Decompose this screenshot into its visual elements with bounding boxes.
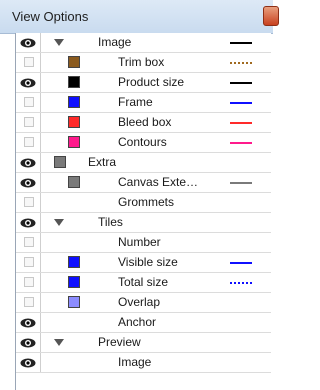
line-style-preview[interactable] [230,42,252,44]
list-item-preview-image[interactable]: Image [16,353,271,373]
view-options-window: View Options Image Trim box Product size… [0,0,279,390]
line-style-preview[interactable] [230,262,252,264]
row-label: Tiles [98,215,123,229]
list-item-image[interactable]: Image [16,33,271,53]
eye-icon [20,318,36,328]
checkbox-empty-icon [24,277,34,287]
list-item-tiles[interactable]: Tiles [16,213,271,233]
checkbox-empty-icon [24,137,34,147]
color-swatch[interactable] [68,116,80,128]
visibility-toggle[interactable] [16,273,41,292]
eye-icon [20,358,36,368]
visibility-toggle[interactable] [16,353,41,372]
line-style-preview[interactable] [230,282,252,284]
line-style-preview[interactable] [230,182,252,184]
row-label: Preview [98,335,141,349]
list-item-number[interactable]: Number [16,233,271,253]
color-swatch[interactable] [68,76,80,88]
list-item-extra[interactable]: Extra [16,153,271,173]
list-item-grommets[interactable]: Grommets [16,193,271,213]
visibility-toggle[interactable] [16,173,41,192]
list-item-frame[interactable]: Frame [16,93,271,113]
list-item-canvas-extension[interactable]: Canvas Exte… [16,173,271,193]
eye-icon [20,78,36,88]
row-label: Visible size [118,255,178,269]
line-style-preview[interactable] [230,122,252,124]
eye-icon [20,218,36,228]
color-swatch[interactable] [68,96,80,108]
checkbox-empty-icon [24,117,34,127]
visibility-toggle[interactable] [16,133,41,152]
checkbox-empty-icon [24,197,34,207]
eye-icon [20,158,36,168]
list-item-contours[interactable]: Contours [16,133,271,153]
list-item-visible-size[interactable]: Visible size [16,253,271,273]
row-label: Extra [88,155,117,169]
color-swatch[interactable] [68,176,80,188]
list-item-bleed-box[interactable]: Bleed box [16,113,271,133]
line-style-preview[interactable] [230,62,252,64]
close-button[interactable] [263,6,279,26]
row-label: Image [118,355,152,369]
visibility-toggle[interactable] [16,113,41,132]
color-swatch[interactable] [68,256,80,268]
row-label: Grommets [118,195,175,209]
title-bar: View Options [0,0,279,34]
view-options-list: Image Trim box Product size Frame Bleed … [15,33,271,390]
color-swatch[interactable] [68,296,80,308]
list-item-preview[interactable]: Preview [16,333,271,353]
visibility-toggle[interactable] [16,93,41,112]
chevron-down-icon[interactable] [54,39,64,46]
row-label: Total size [118,275,169,289]
line-style-preview[interactable] [230,102,252,104]
visibility-toggle[interactable] [16,233,41,252]
row-label: Trim box [118,55,165,69]
line-style-preview[interactable] [230,82,252,84]
visibility-toggle[interactable] [16,193,41,212]
row-label: Canvas Exte… [118,175,199,189]
row-label: Image [98,35,132,49]
visibility-toggle[interactable] [16,253,41,272]
color-swatch[interactable] [68,56,80,68]
eye-icon [20,178,36,188]
color-swatch[interactable] [68,276,80,288]
color-swatch[interactable] [54,156,66,168]
chevron-down-icon[interactable] [54,339,64,346]
list-item-total-size[interactable]: Total size [16,273,271,293]
checkbox-empty-icon [24,57,34,67]
eye-icon [20,38,36,48]
checkbox-empty-icon [24,297,34,307]
checkbox-empty-icon [24,97,34,107]
row-label: Contours [118,135,167,149]
checkbox-empty-icon [24,257,34,267]
visibility-toggle[interactable] [16,313,41,332]
visibility-toggle[interactable] [16,153,41,172]
visibility-toggle[interactable] [16,293,41,312]
list-item-trim-box[interactable]: Trim box [16,53,271,73]
row-label: Anchor [118,315,157,329]
row-label: Frame [118,95,153,109]
chevron-down-icon[interactable] [54,219,64,226]
row-label: Number [118,235,161,249]
visibility-toggle[interactable] [16,33,41,52]
visibility-toggle[interactable] [16,53,41,72]
visibility-toggle[interactable] [16,333,41,352]
window-title: View Options [12,9,89,24]
row-label: Product size [118,75,185,89]
checkbox-empty-icon [24,237,34,247]
row-label: Overlap [118,295,161,309]
eye-icon [20,338,36,348]
list-item-anchor[interactable]: Anchor [16,313,271,333]
line-style-preview[interactable] [230,142,252,144]
color-swatch[interactable] [68,136,80,148]
list-item-overlap[interactable]: Overlap [16,293,271,313]
list-item-product-size[interactable]: Product size [16,73,271,93]
row-label: Bleed box [118,115,172,129]
visibility-toggle[interactable] [16,73,41,92]
visibility-toggle[interactable] [16,213,41,232]
